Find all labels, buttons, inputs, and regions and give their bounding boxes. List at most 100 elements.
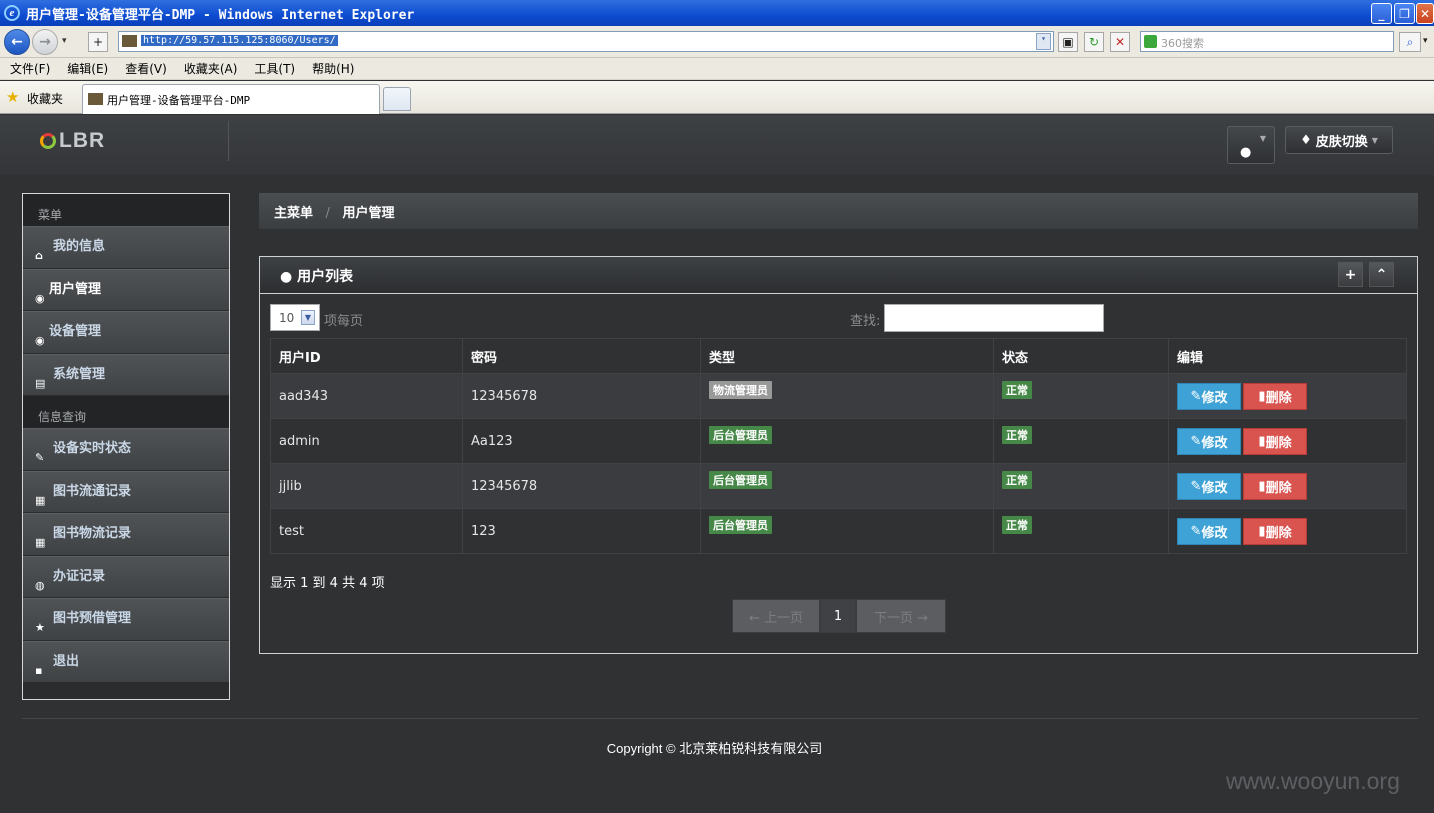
eye-icon: ◉: [35, 291, 45, 305]
address-input[interactable]: http://59.57.115.125:8060/Users/ ▾: [118, 31, 1054, 52]
sidebar-item-device-status[interactable]: ✎ 设备实时状态: [23, 428, 229, 471]
logo[interactable]: LBR: [40, 129, 105, 153]
add-favorite-icon[interactable]: +: [88, 32, 108, 52]
sidebar-item-card-records[interactable]: ◍ 办证记录: [23, 555, 229, 598]
type-badge: 后台管理员: [709, 471, 772, 489]
delete-button[interactable]: ▮ 删除: [1243, 427, 1307, 455]
sidebar-section-menu: 菜单: [23, 194, 229, 226]
sidebar-item-system-management[interactable]: ▤ 系统管理: [23, 353, 229, 396]
trash-icon: ▮: [1258, 478, 1266, 494]
edit-label: 修改: [1201, 480, 1228, 496]
ie-logo-icon: e: [4, 5, 20, 21]
address-toolbar: ← → ▾ + http://59.57.115.125:8060/Users/…: [0, 26, 1434, 58]
table-row: admin Aa123 后台管理员 正常 ✎ 修改 ▮ 删除: [270, 418, 1407, 464]
sidebar-item-logout[interactable]: ▪ 退出: [23, 640, 229, 683]
lock-icon: ▪: [35, 663, 43, 677]
sidebar-item-label: 系统管理: [53, 366, 106, 382]
menu-help[interactable]: 帮助(H): [312, 60, 354, 77]
delete-button[interactable]: ▮ 删除: [1243, 517, 1307, 545]
status-badge: 正常: [1002, 516, 1032, 534]
search-engine-input[interactable]: 360搜索: [1140, 31, 1394, 52]
search-options-icon[interactable]: ▾: [1423, 36, 1428, 46]
type-badge: 后台管理员: [709, 426, 772, 444]
sidebar-item-label: 设备实时状态: [53, 441, 132, 456]
sidebar-item-circulation-records[interactable]: ▦ 图书流通记录: [23, 470, 229, 513]
page-1-button[interactable]: 1: [820, 599, 856, 633]
delete-label: 删除: [1265, 480, 1292, 496]
menu-edit[interactable]: 编辑(E): [67, 60, 108, 77]
next-page-button[interactable]: 下一页 →: [856, 599, 946, 633]
table-row: test 123 后台管理员 正常 ✎ 修改 ▮ 删除: [270, 508, 1407, 554]
menu-file[interactable]: 文件(F): [10, 60, 50, 77]
edit-label: 修改: [1201, 435, 1228, 451]
address-dropdown-icon[interactable]: ▾: [1036, 33, 1051, 50]
edit-button[interactable]: ✎ 修改: [1177, 382, 1241, 410]
grid-icon: ▦: [35, 536, 46, 549]
previous-page-button[interactable]: ← 上一页: [732, 599, 820, 633]
delete-button[interactable]: ▮ 删除: [1243, 382, 1307, 410]
sidebar-item-my-info[interactable]: ⌂ 我的信息: [23, 226, 229, 269]
sidebar-item-label: 设备管理: [49, 324, 102, 339]
menu-favorites[interactable]: 收藏夹(A): [184, 60, 238, 77]
column-header-type[interactable]: 类型: [700, 338, 994, 374]
cell-password: 12345678: [462, 373, 701, 419]
sidebar-item-user-management[interactable]: ◉ 用户管理: [23, 268, 229, 311]
sidebar-item-logistics-records[interactable]: ▦ 图书物流记录: [23, 513, 229, 556]
column-header-status[interactable]: 状态: [993, 338, 1169, 374]
search-go-icon[interactable]: ⌕: [1399, 32, 1421, 52]
cell-password: 123: [462, 508, 701, 554]
refresh-icon[interactable]: ↻: [1084, 32, 1104, 52]
plus-icon: +: [1344, 266, 1357, 283]
add-user-button[interactable]: +: [1338, 262, 1363, 287]
close-window-button[interactable]: ✕: [1416, 3, 1434, 24]
panel-header: ● 用户列表 + ⌃: [260, 257, 1417, 294]
cell-type: 后台管理员: [700, 508, 994, 554]
stop-icon[interactable]: ✕: [1110, 32, 1130, 52]
list-icon: ▤: [35, 376, 46, 390]
breadcrumb-root[interactable]: 主菜单: [274, 206, 313, 221]
cell-status: 正常: [993, 508, 1169, 554]
menu-view[interactable]: 查看(V): [125, 60, 167, 77]
search-engine-icon: [1144, 35, 1157, 48]
chevron-down-icon: ▼: [301, 310, 315, 325]
history-dropdown-icon[interactable]: ▾: [62, 36, 67, 46]
skin-switch-button[interactable]: ♦ 皮肤切换 ▼: [1285, 126, 1393, 154]
collapse-panel-button[interactable]: ⌃: [1369, 262, 1394, 287]
edit-icon: ✎: [1190, 523, 1202, 539]
page-size-select[interactable]: 10 ▼: [270, 304, 320, 331]
edit-icon: ✎: [35, 451, 45, 464]
edit-icon: ✎: [1190, 388, 1202, 404]
edit-button[interactable]: ✎ 修改: [1177, 427, 1241, 455]
table-row: aad343 12345678 物流管理员 正常 ✎ 修改 ▮ 删除: [270, 373, 1407, 419]
edit-button[interactable]: ✎ 修改: [1177, 517, 1241, 545]
cell-type: 后台管理员: [700, 418, 994, 464]
favorites-button[interactable]: 收藏夹: [27, 90, 63, 107]
user-table: 用户ID 密码 类型 状态 编辑 aad343 12345678 物流管理员 正…: [270, 338, 1407, 554]
menu-tools[interactable]: 工具(T): [254, 60, 295, 77]
edit-button[interactable]: ✎ 修改: [1177, 472, 1241, 500]
sidebar-item-reservation[interactable]: ★ 图书预借管理: [23, 598, 229, 641]
delete-button[interactable]: ▮ 删除: [1243, 472, 1307, 500]
user-icon: ●: [1240, 145, 1252, 160]
breadcrumb: 主菜单 / 用户管理: [259, 193, 1418, 229]
browser-tab-active[interactable]: 用户管理-设备管理平台-DMP: [82, 84, 380, 114]
restore-button[interactable]: ❐: [1394, 3, 1415, 24]
column-header-user-id[interactable]: 用户ID: [270, 338, 463, 374]
table-search-input[interactable]: [884, 304, 1104, 332]
minimize-button[interactable]: _: [1371, 3, 1392, 24]
forward-button[interactable]: →: [32, 29, 58, 55]
user-icon: ●: [280, 269, 293, 285]
cell-actions: ✎ 修改 ▮ 删除: [1168, 418, 1407, 464]
column-header-password[interactable]: 密码: [462, 338, 701, 374]
compat-view-icon[interactable]: ▣: [1058, 32, 1078, 52]
favorites-star-icon[interactable]: ★: [6, 88, 19, 106]
sidebar-item-label: 图书预借管理: [53, 611, 132, 626]
search-label: 查找:: [850, 314, 881, 329]
caret-down-icon: ▼: [1371, 135, 1378, 145]
window-titlebar: e 用户管理-设备管理平台-DMP - Windows Internet Exp…: [0, 0, 1434, 26]
new-tab-button[interactable]: [383, 87, 411, 111]
back-button[interactable]: ←: [4, 29, 30, 55]
tab-favicon-icon: [88, 93, 103, 105]
sidebar-item-device-management[interactable]: ◉ 设备管理: [23, 311, 229, 354]
user-menu-button[interactable]: ▼ ●: [1227, 126, 1275, 164]
